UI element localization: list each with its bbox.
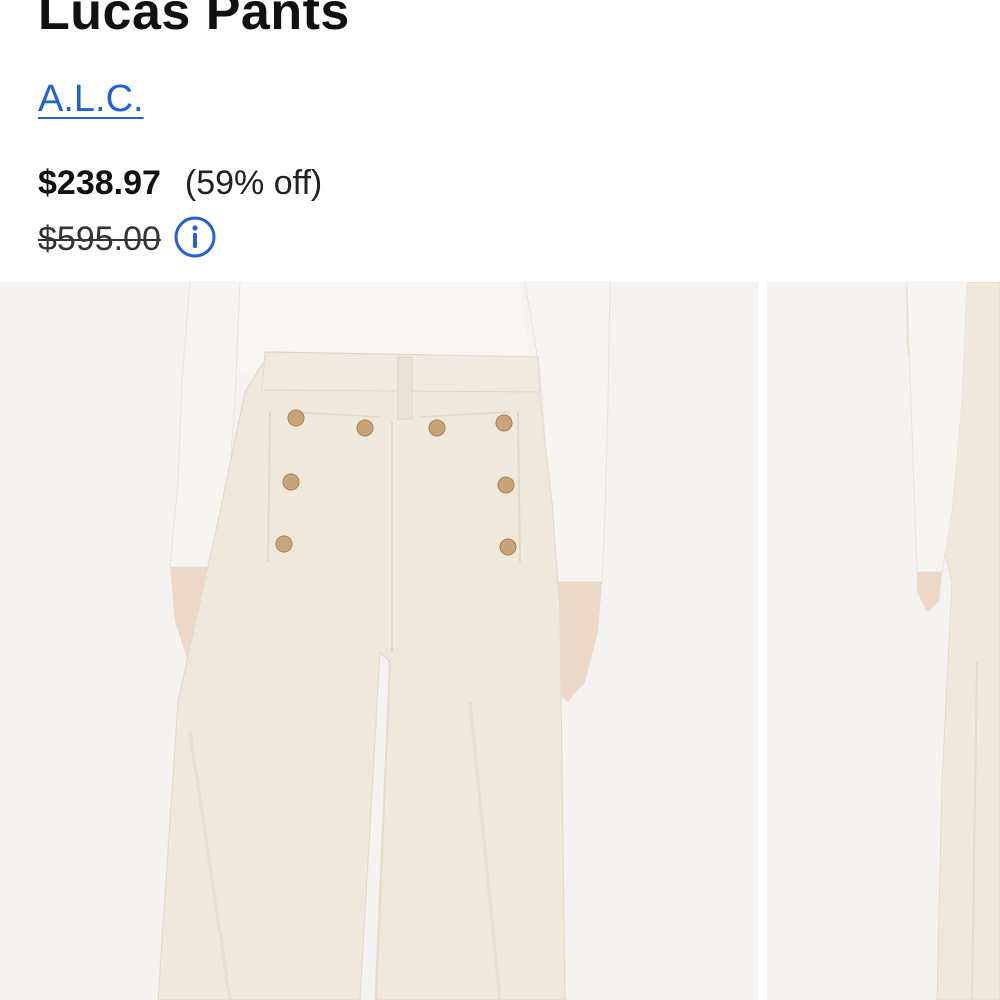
- info-circle-icon[interactable]: [173, 215, 217, 259]
- product-photo-side[interactable]: [767, 282, 1000, 1000]
- model-side-illustration: [767, 282, 1000, 1000]
- product-title: Lucas Pants: [38, 0, 350, 41]
- sale-price: $238.97: [38, 164, 161, 202]
- model-front-illustration: [0, 282, 758, 1000]
- price-row: $238.97 (59% off): [38, 164, 322, 203]
- original-price: $595.00: [38, 220, 161, 258]
- product-photo-front[interactable]: [0, 282, 758, 1000]
- product-image-gallery[interactable]: [0, 282, 1000, 1000]
- brand-link[interactable]: A.L.C.: [38, 78, 144, 121]
- discount-percent: (59% off): [184, 164, 323, 202]
- original-price-row: $595.00: [38, 216, 217, 259]
